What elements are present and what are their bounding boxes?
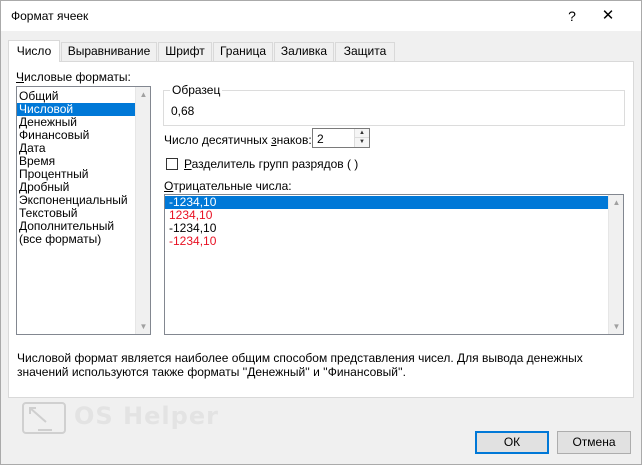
scroll-up-icon[interactable]: ▲ xyxy=(609,195,623,210)
decimals-label: Число десятичных знаков: xyxy=(164,133,312,147)
spin-up-icon[interactable]: ▲ xyxy=(355,129,369,138)
sample-group: Образец 0,68 xyxy=(163,83,625,126)
tab-font[interactable]: Шрифт xyxy=(158,42,212,61)
tab-fill[interactable]: Заливка xyxy=(274,42,334,61)
scroll-down-icon[interactable]: ▼ xyxy=(609,319,623,334)
negatives-listbox[interactable]: -1234,10 1234,10 -1234,10 -1234,10 ▲ ▼ xyxy=(164,194,624,335)
separator-checkbox[interactable] xyxy=(166,158,178,170)
scroll-up-icon[interactable]: ▲ xyxy=(136,87,150,102)
formats-list: Общий Числовой Денежный Финансовый Дата Время… xyxy=(17,87,150,246)
spinner-buttons: ▲ ▼ xyxy=(354,129,369,147)
decimals-value[interactable]: 2 xyxy=(317,132,324,146)
negative-format-item[interactable]: 1234,10 xyxy=(165,209,623,222)
decimals-spinner[interactable]: 2 ▲ ▼ xyxy=(312,128,370,148)
formats-scrollbar[interactable]: ▲ ▼ xyxy=(135,87,150,334)
scroll-down-icon[interactable]: ▼ xyxy=(136,319,150,334)
sample-value: 0,68 xyxy=(171,104,195,118)
watermark-badge-icon xyxy=(22,402,66,434)
formats-label: Числовые форматы: xyxy=(16,70,131,84)
negatives-label: Отрицательные числа: xyxy=(164,179,292,193)
ok-button[interactable]: ОК xyxy=(475,431,549,454)
tab-alignment[interactable]: Выравнивание xyxy=(61,42,157,61)
negatives-list: -1234,10 1234,10 -1234,10 -1234,10 xyxy=(165,195,623,248)
watermark-text: OS Helper xyxy=(74,402,219,430)
format-item[interactable]: (все форматы) xyxy=(17,233,150,246)
tab-protection[interactable]: Защита xyxy=(335,42,395,61)
watermark-logo: OS Helper xyxy=(22,396,222,436)
negatives-scrollbar[interactable]: ▲ ▼ xyxy=(608,195,623,334)
spin-down-icon[interactable]: ▼ xyxy=(355,138,369,147)
cancel-button[interactable]: Отмена xyxy=(557,431,631,454)
title-bar: Формат ячеек ? ✕ xyxy=(0,0,642,31)
negative-format-item[interactable]: -1234,10 xyxy=(165,235,623,248)
dialog-title: Формат ячеек xyxy=(11,9,89,23)
separator-label[interactable]: Разделитель групп разрядов ( ) xyxy=(184,157,358,171)
sample-title: Образец xyxy=(170,83,223,97)
negative-format-item[interactable]: -1234,10 xyxy=(165,196,623,209)
tab-border[interactable]: Граница xyxy=(213,42,273,61)
format-description: Числовой формат является наиболее общим … xyxy=(17,351,583,379)
negative-format-item[interactable]: -1234,10 xyxy=(165,222,623,235)
formats-listbox[interactable]: Общий Числовой Денежный Финансовый Дата Время… xyxy=(16,86,151,335)
tab-panel-number: Числовые форматы: Общий Числовой Денежный Ф… xyxy=(8,61,634,398)
tab-number[interactable]: Число xyxy=(8,40,60,62)
help-button[interactable]: ? xyxy=(557,5,587,27)
close-button[interactable]: ✕ xyxy=(593,5,623,27)
